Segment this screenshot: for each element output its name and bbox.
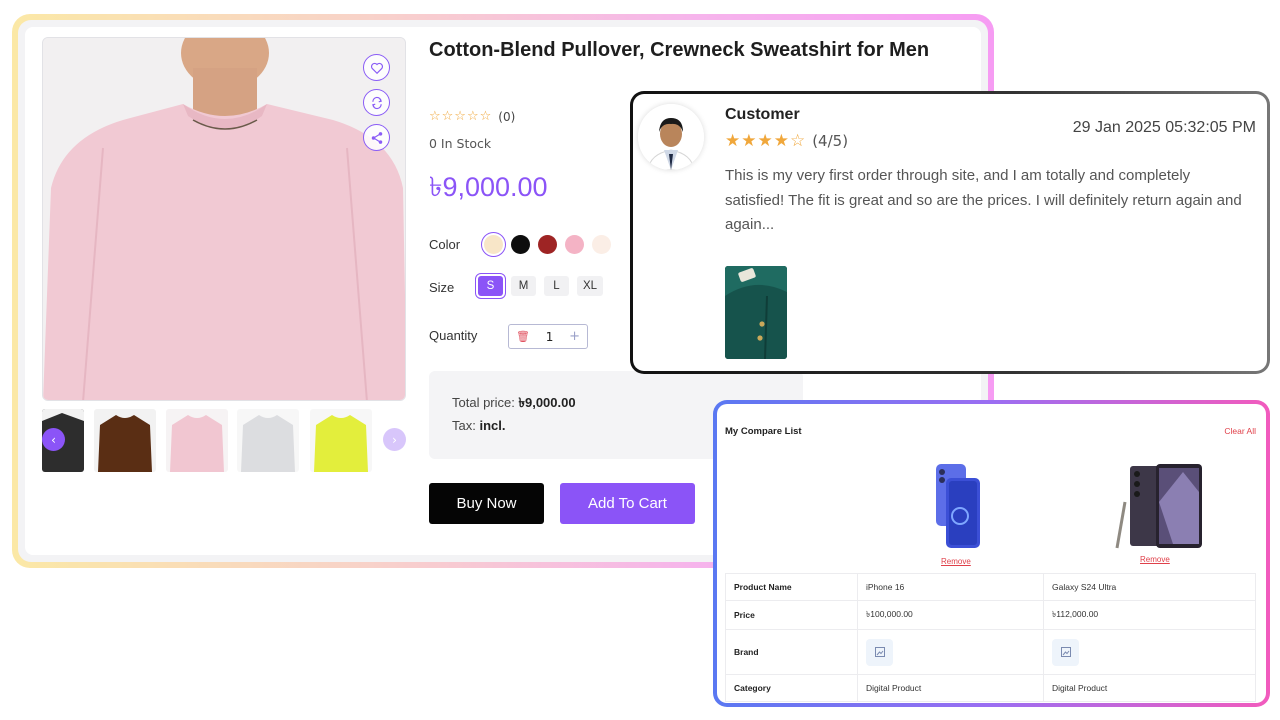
thumbnail-prev-button[interactable]: ‹ — [42, 428, 65, 451]
table-row: Price ৳100,000.00 ৳112,000.00 — [725, 600, 1256, 630]
product-rating: ☆☆☆☆☆ (0) — [429, 109, 515, 124]
product-main-image[interactable] — [42, 37, 406, 401]
size-options: S M L XL — [475, 273, 604, 299]
size-option[interactable]: L — [544, 276, 569, 296]
row-label: Brand — [725, 629, 858, 675]
reviewer-name: Customer — [725, 106, 800, 123]
table-cell: Digital Product — [1043, 674, 1256, 702]
heart-icon — [370, 62, 383, 74]
remove-galaxy-button[interactable]: Remove — [1140, 555, 1170, 564]
reviewer-avatar — [638, 104, 704, 170]
compare-title: My Compare List — [725, 426, 802, 437]
review-card: Customer ★★★★☆ (4/5) 29 Jan 2025 05:32:0… — [633, 94, 1267, 371]
table-cell — [856, 629, 1045, 675]
quantity-label: Quantity — [429, 328, 478, 343]
clear-all-button[interactable]: Clear All — [1224, 426, 1256, 436]
size-label: Size — [429, 280, 455, 295]
total-price-label: Total price: — [452, 395, 515, 410]
row-label: Price — [725, 600, 858, 630]
table-cell: ৳112,000.00 — [1043, 600, 1256, 630]
tax-label: Tax: — [452, 418, 476, 433]
thumbnail-image — [166, 409, 228, 472]
color-label: Color — [429, 237, 461, 252]
compare-table: Product Name iPhone 16 Galaxy S24 Ultra … — [725, 573, 1256, 702]
thumbnail-pink[interactable] — [166, 409, 228, 472]
galaxy-s24-image — [1115, 464, 1202, 549]
thumbnail-grey[interactable] — [237, 409, 299, 472]
table-row: Category Digital Product Digital Product — [725, 674, 1256, 702]
buy-now-button[interactable]: Buy Now — [429, 483, 544, 524]
iphone-image — [936, 464, 980, 548]
row-label: Category — [725, 674, 858, 702]
rating-count: (0) — [498, 109, 516, 124]
table-cell — [1043, 629, 1256, 675]
compare-card-frame: My Compare List Clear All Remove Remove … — [713, 400, 1270, 707]
color-swatch[interactable] — [592, 235, 611, 254]
tax-value: incl. — [479, 418, 506, 433]
table-cell: Digital Product — [856, 674, 1045, 702]
review-photo-image — [725, 266, 787, 359]
star-rating-icons: ★★★★☆ — [725, 131, 807, 151]
thumbnail-image — [310, 409, 372, 472]
thumbnail-brown[interactable] — [94, 409, 156, 472]
table-cell: iPhone 16 — [856, 573, 1045, 601]
size-option[interactable]: S — [475, 273, 506, 299]
review-date: 29 Jan 2025 05:32:05 PM — [1072, 119, 1256, 136]
product-title: Cotton-Blend Pullover, Crewneck Sweatshi… — [429, 39, 930, 61]
color-swatch[interactable] — [565, 235, 584, 254]
sweatshirt-image — [43, 38, 405, 400]
image-placeholder-icon — [1060, 647, 1071, 657]
add-to-cart-button[interactable]: Add To Cart — [560, 483, 695, 524]
review-rating-text: (4/5) — [812, 132, 849, 150]
row-label: Product Name — [725, 573, 858, 601]
trash-icon[interactable]: 🗑 — [516, 330, 530, 343]
plus-icon[interactable]: + — [569, 329, 580, 344]
avatar-image — [638, 104, 704, 170]
share-icon — [371, 131, 382, 144]
size-option[interactable]: XL — [577, 276, 604, 296]
thumbnail-carousel: ‹ › — [42, 409, 406, 473]
total-price-row: Total price: ৳9,000.00 — [452, 394, 576, 415]
product-price: ৳9,000.00 — [429, 172, 548, 202]
compare-card: My Compare List Clear All Remove Remove … — [717, 404, 1266, 703]
table-row: Product Name iPhone 16 Galaxy S24 Ultra — [725, 573, 1256, 601]
thumbnail-next-button[interactable]: › — [383, 428, 406, 451]
table-row: Brand — [725, 629, 1256, 675]
chevron-right-icon: › — [392, 432, 397, 447]
color-swatch[interactable] — [481, 232, 506, 257]
chevron-left-icon: ‹ — [51, 432, 56, 447]
refresh-icon — [371, 96, 382, 109]
thumbnail-yellow[interactable] — [310, 409, 372, 472]
quantity-stepper: 🗑 1 + — [508, 324, 588, 349]
brand-logo-placeholder — [866, 638, 893, 666]
table-cell: Galaxy S24 Ultra — [1043, 573, 1256, 601]
review-photo[interactable] — [725, 266, 787, 359]
review-card-frame: Customer ★★★★☆ (4/5) 29 Jan 2025 05:32:0… — [630, 91, 1270, 374]
wishlist-button[interactable] — [363, 54, 390, 81]
thumbnail-image — [237, 409, 299, 472]
compare-button[interactable] — [363, 89, 390, 116]
star-outline-icons: ☆☆☆☆☆ — [429, 109, 493, 124]
tax-row: Tax: incl. — [452, 418, 505, 433]
total-price-value: ৳9,000.00 — [518, 395, 576, 410]
review-rating: ★★★★☆ (4/5) — [725, 131, 848, 151]
thumbnail-image — [94, 409, 156, 472]
quantity-value[interactable]: 1 — [546, 330, 554, 344]
share-button[interactable] — [363, 124, 390, 151]
table-cell: ৳100,000.00 — [856, 600, 1045, 630]
review-text: This is my very first order through site… — [725, 167, 1242, 233]
stock-status: 0 In Stock — [429, 136, 492, 151]
size-option[interactable]: M — [511, 276, 536, 296]
image-placeholder-icon — [874, 647, 885, 657]
color-swatches — [481, 232, 611, 257]
brand-logo-placeholder — [1052, 638, 1080, 666]
color-swatch[interactable] — [538, 235, 557, 254]
remove-iphone-button[interactable]: Remove — [941, 557, 971, 566]
color-swatch[interactable] — [511, 235, 530, 254]
